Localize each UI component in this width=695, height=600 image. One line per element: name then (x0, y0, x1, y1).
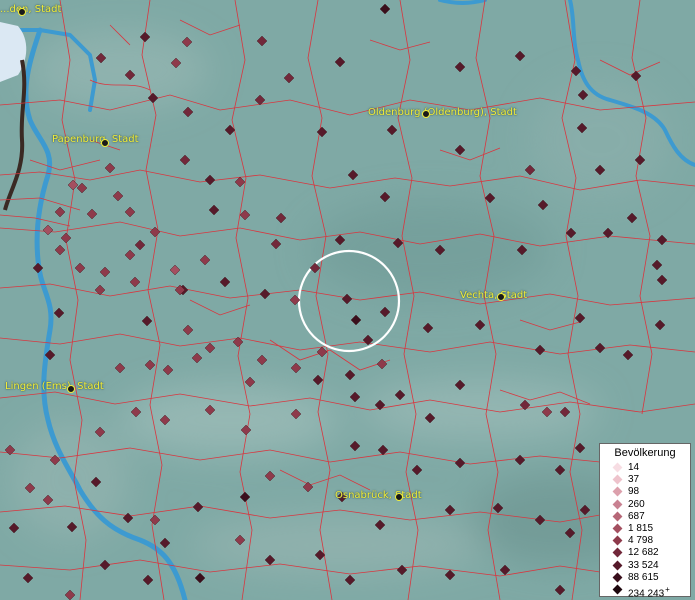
city-label-papenburg[interactable]: Papenburg, Stadt (52, 134, 139, 145)
legend-swatch-icon (612, 499, 623, 510)
legend-swatch-icon (612, 535, 623, 546)
legend-item: 98 (600, 486, 690, 498)
legend-swatch-icon (612, 523, 623, 534)
legend-item: 4 798 (600, 535, 690, 547)
legend-title: Bevölkerung (614, 447, 676, 459)
legend-swatch-icon (612, 572, 623, 583)
city-label-emden-partial[interactable]: ...den, Stadt (0, 4, 61, 15)
population-legend: Bevölkerung 14 37 98 260 687 1 815 4 798… (599, 443, 691, 599)
city-marker-vechta[interactable] (497, 293, 505, 301)
city-label-osnabrueck[interactable]: Osnabrück, Stadt (335, 490, 422, 501)
legend-swatch-icon (612, 474, 623, 485)
legend-item: 234 243+ (600, 584, 690, 599)
city-label-vechta[interactable]: Vechta, Stadt (460, 290, 527, 301)
city-marker-oldenburg[interactable] (422, 110, 430, 118)
legend-item: 260 (600, 499, 690, 511)
legend-item: 687 (600, 511, 690, 523)
legend-swatch-icon (612, 584, 623, 595)
legend-item: 37 (600, 474, 690, 486)
city-label-lingen[interactable]: Lingen (Ems), Stadt (5, 381, 104, 392)
legend-swatch-icon (612, 511, 623, 522)
legend-item: 88 615 (600, 572, 690, 584)
legend-swatch-icon (612, 547, 623, 558)
city-marker-emden[interactable] (18, 8, 26, 16)
legend-swatch-icon (612, 486, 623, 497)
city-marker-lingen[interactable] (67, 385, 75, 393)
legend-items: 14 37 98 260 687 1 815 4 798 12 682 33 5… (600, 462, 690, 599)
legend-swatch-icon (612, 462, 623, 473)
city-marker-papenburg[interactable] (101, 139, 109, 147)
legend-item: 12 682 (600, 547, 690, 559)
map-canvas[interactable] (0, 0, 695, 600)
legend-item: 33 524 (600, 560, 690, 572)
overflow-marker: + (665, 584, 670, 594)
legend-item: 1 815 (600, 523, 690, 535)
city-marker-osnabrueck[interactable] (395, 493, 403, 501)
legend-swatch-icon (612, 560, 623, 570)
city-label-oldenburg[interactable]: Oldenburg (Oldenburg), Stadt (368, 107, 517, 118)
legend-item: 14 (600, 462, 690, 474)
